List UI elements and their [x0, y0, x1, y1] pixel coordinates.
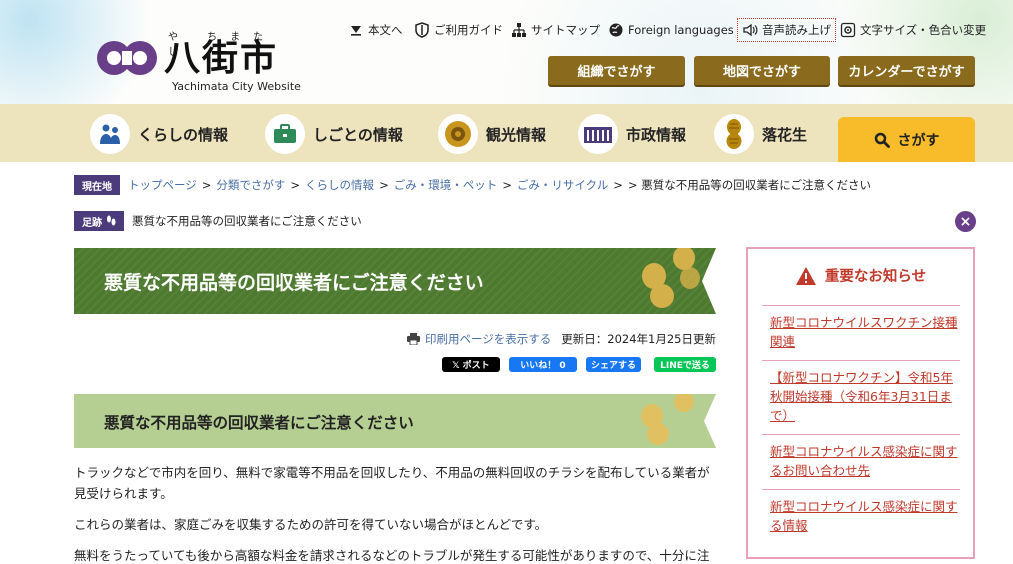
breadcrumb-link[interactable]: 分類でさがす: [216, 177, 285, 193]
facebook-like-button[interactable]: いいね！ 0: [509, 357, 577, 372]
site-logo[interactable]: や ちまた し 八街市 Yachimata City Website: [96, 28, 301, 94]
util-label: 文字サイズ・色合い変更: [860, 23, 987, 37]
breadcrumb-link[interactable]: ごみ・環境・ペット: [394, 177, 498, 193]
briefcase-icon: [265, 114, 305, 154]
speaker-icon: [743, 23, 758, 37]
search-by-calendar-button[interactable]: カレンダーでさがす: [838, 56, 975, 85]
banner-cut-decoration: [702, 248, 716, 314]
printer-icon: [407, 333, 420, 345]
search-by-map-button[interactable]: 地図でさがす: [694, 56, 830, 85]
nav-search-label: さがす: [897, 132, 940, 149]
family-icon: [90, 114, 130, 154]
notice-list: 新型コロナウイルスワクチン接種関連 【新型コロナワクチン】令和5年秋開始接種（令…: [762, 305, 960, 544]
text-to-speech-link[interactable]: 音声読み上げ: [737, 18, 836, 42]
peanut-decoration-icon: [641, 394, 694, 445]
updated-date: 更新日：2024年1月25日更新: [561, 332, 716, 346]
breadcrumb-current: > 悪質な不用品等の回収業者にご注意ください: [627, 178, 871, 192]
facebook-share-button[interactable]: シェアする: [586, 357, 641, 372]
notice-item[interactable]: 【新型コロナワクチン】令和5年秋開始接種（令和6年3月31日まで）: [762, 360, 960, 434]
print-page-link[interactable]: 印刷用ページを表示する: [407, 331, 551, 347]
breadcrumb-separator: >: [379, 178, 389, 192]
search-by-organization-button[interactable]: 組織でさがす: [548, 56, 685, 85]
gear-icon: [840, 22, 856, 38]
page-title: 悪質な不用品等の回収業者にご注意ください: [104, 272, 484, 294]
arrow-down-icon: [351, 26, 361, 36]
section-heading-banner: 悪質な不用品等の回収業者にご注意ください: [74, 394, 716, 448]
article-paragraph: トラックなどで市内を回り、無料で家電等不用品を回収したり、不用品の無料回収のチラ…: [74, 465, 710, 501]
notice-title-label: 重要なお知らせ: [824, 269, 927, 285]
peanut-icon: [714, 114, 754, 154]
breadcrumb: 現在地 トップページ > 分類でさがす > くらしの情報 > ごみ・環境・ペット…: [74, 174, 871, 196]
line-share-button[interactable]: LINEで送る: [654, 357, 716, 372]
footprint-icon: [107, 215, 116, 226]
city-emblem-icon: [97, 41, 157, 75]
util-label: 音声読み上げ: [762, 23, 831, 37]
nav-item-peanut[interactable]: 落花生: [714, 110, 807, 158]
usage-guide-link[interactable]: ご利用ガイド: [414, 18, 503, 42]
nav-item-work[interactable]: しごとの情報: [265, 110, 403, 158]
util-label: サイトマップ: [531, 23, 600, 37]
article-paragraph: 無料をうたっていても後から高額な料金を請求されるなどのトラブルが発生する可能性が…: [74, 548, 710, 563]
x-post-button[interactable]: 𝕏 ポスト: [442, 357, 500, 372]
breadcrumb-link[interactable]: くらしの情報: [305, 177, 374, 193]
nav-label: 落花生: [762, 125, 808, 144]
breadcrumb-link[interactable]: ごみ・リサイクル: [517, 177, 608, 193]
notice-item[interactable]: 新型コロナウイルス感染症に関するお問い合わせ先: [762, 434, 960, 489]
nav-label: 市政情報: [626, 125, 687, 144]
util-label: 本文へ: [368, 23, 403, 37]
site-header: や ちまた し 八街市 Yachimata City Website 本文へ ご…: [0, 0, 1013, 104]
shield-icon: [415, 22, 429, 38]
sitemap-link[interactable]: サイトマップ: [511, 18, 600, 42]
article-meta: 印刷用ページを表示する 更新日：2024年1月25日更新: [405, 331, 716, 347]
section-heading: 悪質な不用品等の回収業者にご注意ください: [104, 414, 414, 432]
skip-to-content-link[interactable]: 本文へ: [348, 18, 403, 42]
breadcrumb-tag: 現在地: [74, 175, 120, 195]
notice-item[interactable]: 新型コロナウイルス感染症に関する情報: [762, 489, 960, 544]
util-label: Foreign languages: [628, 23, 734, 37]
nav-label: くらしの情報: [138, 125, 229, 144]
nav-item-tourism[interactable]: 観光情報: [438, 110, 546, 158]
breadcrumb-separator: >: [502, 178, 512, 192]
notice-item[interactable]: 新型コロナウイルスワクチン接種関連: [762, 305, 960, 360]
text-size-color-link[interactable]: 文字サイズ・色合い変更: [840, 18, 986, 42]
nav-item-living[interactable]: くらしの情報: [90, 110, 228, 158]
globe-icon: [609, 23, 623, 37]
warning-icon: [795, 266, 816, 285]
breadcrumb-separator: >: [201, 178, 212, 192]
article-paragraph: これらの業者は、家庭ごみを収集するための許可を得ていない場合がほとんどです。: [74, 517, 548, 532]
global-nav: くらしの情報 しごとの情報 観光情報 市政情報 落花生 さがす: [0, 104, 1013, 162]
notice-title: 重要なお知らせ: [748, 265, 973, 286]
footprint-current: 悪質な不用品等の回収業者にご注意ください: [132, 214, 362, 228]
util-label: ご利用ガイド: [434, 23, 503, 37]
close-footprint-button[interactable]: ×: [955, 211, 976, 232]
foreign-languages-link[interactable]: Foreign languages: [608, 18, 734, 42]
logo-kanji: 八街市: [164, 37, 279, 79]
banner-cut-decoration: [704, 394, 716, 448]
breadcrumb-separator: >: [613, 178, 623, 192]
building-icon: [578, 114, 618, 154]
search-icon: [874, 132, 890, 148]
nav-label: しごとの情報: [313, 125, 403, 144]
logo-english: Yachimata City Website: [172, 80, 301, 93]
print-label: 印刷用ページを表示する: [425, 332, 552, 346]
sunflower-icon: [438, 114, 478, 154]
footprint-tag: 足跡: [74, 211, 124, 231]
footprint-trail: 足跡 悪質な不用品等の回収業者にご注意ください: [74, 210, 362, 232]
footprint-tag-label: 足跡: [82, 217, 102, 229]
important-notice-panel: 重要なお知らせ 新型コロナウイルスワクチン接種関連 【新型コロナワクチン】令和5…: [746, 247, 975, 559]
nav-label: 観光情報: [486, 125, 547, 144]
breadcrumb-link[interactable]: トップページ: [128, 177, 197, 193]
sitemap-icon: [512, 23, 526, 37]
breadcrumb-separator: >: [290, 178, 301, 192]
nav-search-tab[interactable]: さがす: [838, 117, 975, 162]
close-icon: ×: [959, 213, 972, 230]
peanut-decoration-icon: [642, 248, 700, 308]
page-title-banner: 悪質な不用品等の回収業者にご注意ください: [74, 248, 716, 314]
nav-item-city-government[interactable]: 市政情報: [578, 110, 686, 158]
